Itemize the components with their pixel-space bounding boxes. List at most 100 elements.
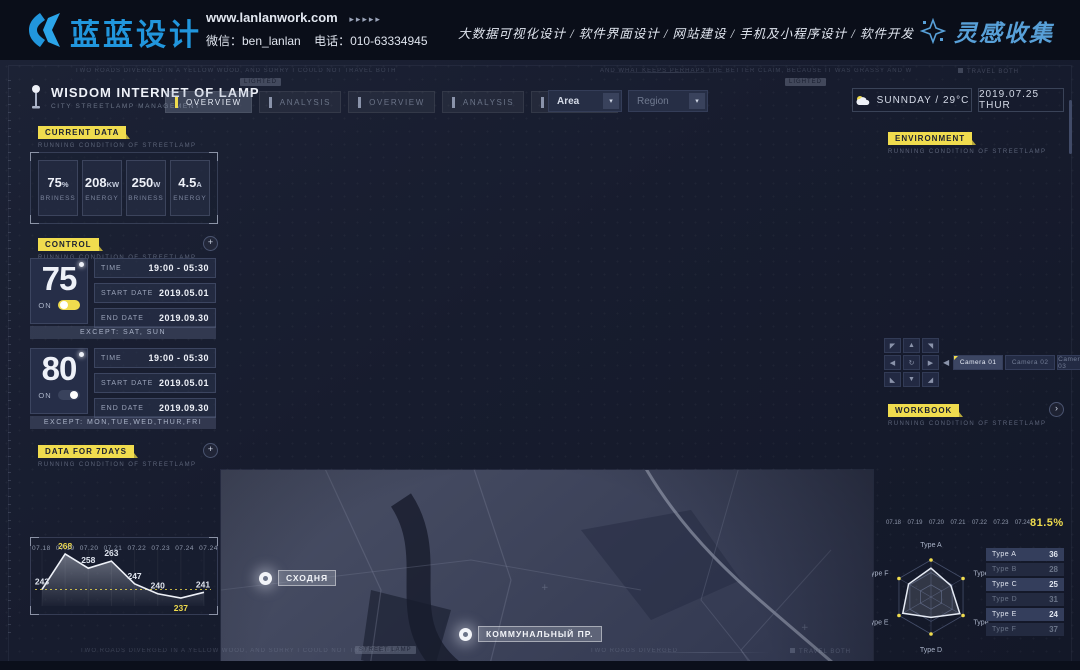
type-value: 25 (1049, 580, 1058, 589)
pan-down-button[interactable]: ▼ (903, 372, 920, 387)
map-label-light[interactable]: СХОДНЯ (259, 570, 336, 586)
scrollbar-thumb[interactable] (1069, 100, 1072, 154)
start-date-row[interactable]: START DATE 2019.05.01 (94, 373, 216, 393)
type-row-a[interactable]: Type A36 (986, 548, 1064, 561)
type-row-e[interactable]: Type E24 (986, 608, 1064, 621)
website-url[interactable]: www.lanlanwork.com (206, 10, 338, 25)
decor-line (600, 72, 740, 73)
decor-check: TRAVEL BOTH (790, 648, 851, 655)
decor-badge-streetlamp: STREET LAMP (355, 646, 416, 654)
stat-energy-kw: 208KW ENERGY (82, 160, 122, 216)
sun-cloud-icon (855, 95, 870, 106)
sparkle-icon (920, 18, 946, 44)
map-label-text: СХОДНЯ (278, 570, 336, 586)
logo-text: 蓝蓝设计 (70, 10, 202, 54)
type-label: Type B (992, 566, 1017, 573)
camera-dpad: ◤ ▲ ◥ ◀ ↻ ▶ ◣ ▼ ◢ (884, 338, 939, 387)
svg-text:258: 258 (81, 555, 95, 565)
pan-up-button[interactable]: ▲ (903, 338, 920, 353)
bar-date-label: 07.21 (950, 520, 965, 526)
data7-subtitle: RUNNING CONDITION OF STREETLAMP (38, 462, 196, 468)
x-tick-label: 07.19 (56, 545, 75, 552)
x-tick-label: 07.22 (128, 545, 147, 552)
type-row-f[interactable]: Type F37 (986, 623, 1064, 636)
contact-line: 微信：ben_lanlan 电话：010-63334945 (206, 32, 428, 49)
x-tick-label: 07.24 (199, 545, 218, 552)
end-date-row[interactable]: END DATE2019.09.30 (94, 398, 216, 418)
chevron-down-icon[interactable]: ▾ (689, 93, 705, 109)
brightness-box: 80 ON (30, 348, 88, 414)
pan-up-left-button[interactable]: ◤ (884, 338, 901, 353)
pan-down-right-button[interactable]: ◢ (922, 372, 939, 387)
pan-down-left-button[interactable]: ◣ (884, 372, 901, 387)
tab-analysis-2[interactable]: ANALYSIS (442, 91, 524, 113)
data7-add-button[interactable]: + (203, 443, 218, 458)
x-tick-label: 07.20 (80, 545, 99, 552)
type-value: 31 (1049, 595, 1058, 604)
time-row[interactable]: TIME19:00 - 05:30 (94, 348, 216, 368)
camera-prev-icon[interactable]: ◀ (943, 358, 949, 367)
refresh-button[interactable]: ↻ (903, 355, 920, 370)
workbook-header: WORKBOOK RUNNING CONDITION OF STREETLAMP (888, 400, 1046, 427)
power-toggle[interactable] (58, 390, 80, 400)
workbook-dates: 07.1807.1907.2007.2107.2207.2307.24 (884, 520, 1032, 526)
left-ruler-decor (8, 80, 11, 640)
row-label: START DATE (101, 380, 153, 387)
current-data-subtitle: RUNNING CONDITION OF STREETLAMP (38, 143, 196, 149)
brightness-value: 75 (42, 259, 77, 299)
type-row-b[interactable]: Type B28 (986, 563, 1064, 576)
camera-button-2[interactable]: Camera 02 (1005, 355, 1055, 370)
x-tick-label: 07.24 (175, 545, 194, 552)
tab-analysis-1[interactable]: ANALYSIS (259, 91, 341, 113)
chevron-down-icon[interactable]: ▾ (603, 93, 619, 109)
decor-poem: TWO ROADS DIVERGED IN A YELLOW WOOD, AND… (80, 648, 402, 654)
type-row-c[interactable]: Type C25 (986, 578, 1064, 591)
start-date-row[interactable]: START DATE2019.05.01 (94, 283, 216, 303)
end-date-row[interactable]: END DATE2019.09.30 (94, 308, 216, 328)
area-select[interactable]: Area ▾ (548, 90, 622, 112)
pan-up-right-button[interactable]: ◥ (922, 338, 939, 353)
current-data-panel: 75% BRINESS 208KW ENERGY 250W BRINESS 4.… (30, 152, 218, 224)
x-tick-label: 07.23 (151, 545, 170, 552)
tab-overview-2[interactable]: OVERVIEW (348, 91, 435, 113)
environment-badge: ENVIRONMENT (888, 132, 972, 145)
stat-briness-pct: 75% BRINESS (38, 160, 78, 216)
state-label: ON (38, 301, 51, 310)
arrows-decor: ▸▸▸▸▸ (349, 14, 382, 24)
tab-overview-1[interactable]: OVERVIEW (165, 91, 252, 113)
date-text: 2019.07.25 THUR (979, 89, 1063, 111)
map-pin-icon[interactable] (259, 572, 272, 585)
bottom-strip-decor (0, 661, 1080, 670)
row-value: 2019.05.01 (159, 378, 209, 388)
lanlan-logo-icon (26, 10, 66, 50)
camera-button-3[interactable]: Camera 03 (1057, 355, 1080, 370)
type-value: 36 (1049, 550, 1058, 559)
workbook-more-button[interactable]: › (1049, 402, 1064, 417)
control-schedule-2: 80 ON TIME19:00 - 05:30 START DATE 2019.0… (30, 348, 216, 414)
stat-unit: W (153, 180, 160, 189)
type-row-d[interactable]: Type D31 (986, 593, 1064, 606)
pan-right-button[interactable]: ▶ (922, 355, 939, 370)
camera-button-1[interactable]: Camera 01 (953, 355, 1003, 370)
x-tick-label: 07.21 (104, 545, 123, 552)
control-schedule-1: 75 ON TIME19:00 - 05:30 START DATE2019.0… (30, 258, 216, 324)
type-value: 24 (1049, 610, 1058, 619)
city-map[interactable]: +++ +++ СХОДНЯКОММУНАЛЬНЫЙ ПР.ХИМКИЗАВОД… (220, 469, 874, 670)
type-label: Type F (992, 626, 1016, 633)
power-toggle[interactable] (58, 300, 80, 310)
bar-date-label: 07.22 (972, 520, 987, 526)
row-value: 19:00 - 05:30 (148, 353, 209, 363)
time-row[interactable]: TIME19:00 - 05:30 (94, 258, 216, 278)
control-add-button[interactable]: + (203, 236, 218, 251)
pan-left-button[interactable]: ◀ (884, 355, 901, 370)
svg-text:Type E: Type E (872, 620, 889, 627)
region-select[interactable]: Region ▾ (628, 90, 708, 112)
brightness-value: 80 (42, 349, 77, 389)
dashboard: TWO ROADS DIVERGED IN A YELLOW WOOD, AND… (0, 60, 1080, 670)
map-pin-icon[interactable] (459, 628, 472, 641)
data7-badge: DATA FOR 7DAYS (38, 445, 134, 458)
workbook-subtitle: RUNNING CONDITION OF STREETLAMP (888, 421, 1046, 427)
map-label-light[interactable]: КОММУНАЛЬНЫЙ ПР. (459, 626, 602, 642)
date-widget: 2019.07.25 THUR (978, 88, 1064, 112)
lamp-indicator-icon (79, 262, 84, 267)
